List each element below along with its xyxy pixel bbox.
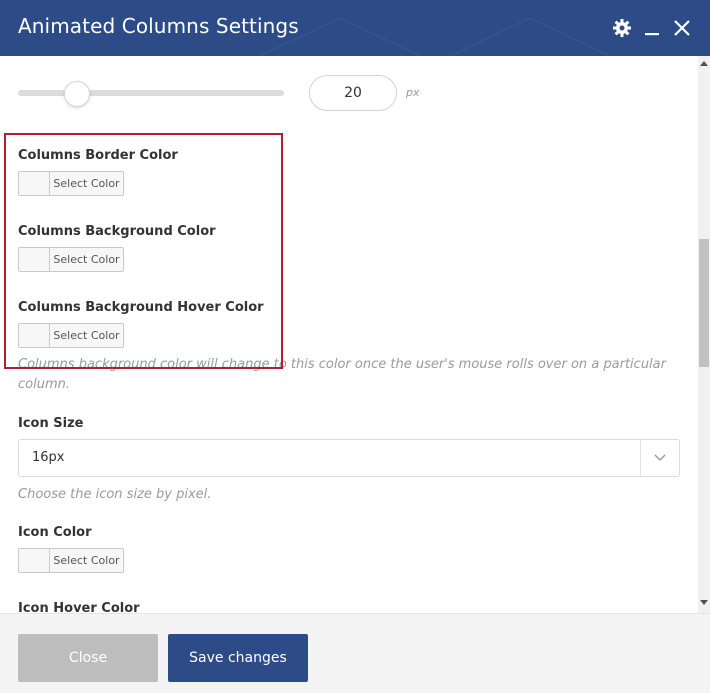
gear-icon[interactable] <box>610 16 634 40</box>
icon-color-label: Icon Color <box>18 525 92 540</box>
columns-border-color-picker[interactable]: Select Color <box>18 171 124 196</box>
columns-background-hover-color-label: Columns Background Hover Color <box>18 300 264 315</box>
save-changes-button[interactable]: Save changes <box>168 634 308 682</box>
chevron-down-icon[interactable] <box>640 440 679 476</box>
dialog-title: Animated Columns Settings <box>18 14 299 38</box>
icon-size-label: Icon Size <box>18 416 84 431</box>
dialog-footer: Close Save changes <box>0 613 710 693</box>
select-color-label: Select Color <box>53 329 120 342</box>
description-line: column. <box>18 377 70 392</box>
color-swatch <box>19 248 50 271</box>
size-unit-label: px <box>406 86 420 99</box>
minimize-icon[interactable] <box>640 16 664 40</box>
color-swatch <box>19 172 50 195</box>
scroll-down-arrow-icon[interactable] <box>698 600 710 610</box>
columns-background-hover-color-picker[interactable]: Select Color <box>18 323 124 348</box>
description-line: Columns background color will change to … <box>18 357 666 372</box>
columns-background-color-picker[interactable]: Select Color <box>18 247 124 272</box>
color-swatch <box>19 324 50 347</box>
close-button[interactable]: Close <box>18 634 158 682</box>
icon-size-description: Choose the icon size by pixel. <box>18 487 212 502</box>
columns-background-color-label: Columns Background Color <box>18 224 216 239</box>
color-swatch <box>19 549 50 572</box>
select-color-label: Select Color <box>53 554 120 567</box>
size-slider-handle[interactable] <box>64 81 90 107</box>
close-icon[interactable] <box>670 16 694 40</box>
icon-size-value: 16px <box>32 450 65 465</box>
select-color-label: Select Color <box>53 177 120 190</box>
dialog-header: Animated Columns Settings <box>0 0 710 56</box>
select-color-label: Select Color <box>53 253 120 266</box>
background-hover-description: Columns background color will change to … <box>18 355 666 395</box>
icon-size-select[interactable]: 16px <box>18 439 680 477</box>
icon-color-picker[interactable]: Select Color <box>18 548 124 573</box>
scrollbar-thumb[interactable] <box>699 239 709 367</box>
columns-border-color-label: Columns Border Color <box>18 148 178 163</box>
settings-content: px Columns Border Color Select Color Col… <box>0 56 698 613</box>
vertical-scrollbar[interactable] <box>698 56 710 613</box>
size-number-input[interactable] <box>309 75 397 111</box>
scroll-up-arrow-icon[interactable] <box>698 60 710 70</box>
icon-hover-color-label: Icon Hover Color <box>18 601 140 613</box>
size-slider-track[interactable] <box>18 90 284 96</box>
